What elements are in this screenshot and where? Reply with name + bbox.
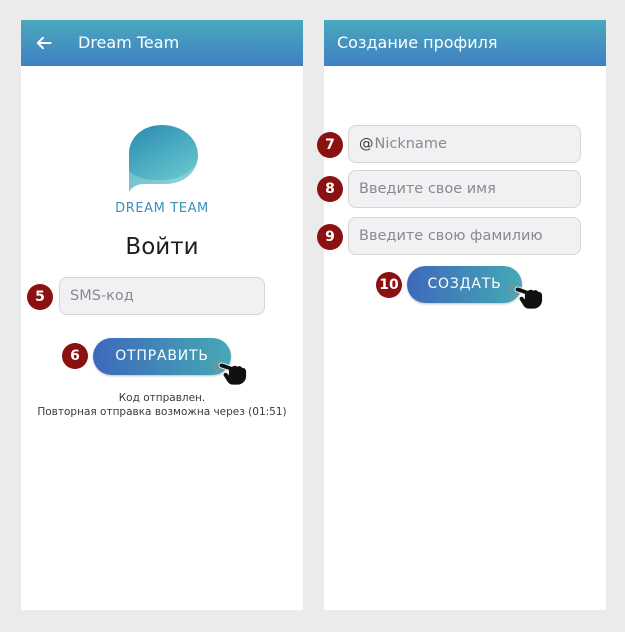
dream-team-logo-icon [129,125,198,192]
app-header: Dream Team [21,20,303,66]
hand-pointer-icon [212,360,247,386]
login-screen: Dream Team DREAM TEAM Войти 5 6 ОТПРАВИТ… [21,20,303,610]
nickname-field[interactable]: @ [348,125,581,163]
step-badge: 10 [376,272,402,298]
app-header: Создание профиля [324,20,606,66]
sms-code-input[interactable] [70,288,254,304]
nickname-input[interactable] [374,136,570,152]
step-badge: 5 [27,284,53,310]
logo-text: DREAM TEAM [115,201,209,216]
first-name-input[interactable] [359,181,570,197]
arrow-left-icon [36,36,52,50]
step-badge: 7 [317,132,343,158]
header-title: Создание профиля [337,33,498,52]
profile-screen: Создание профиля 7 @ 8 9 10 СОЗДАТЬ [317,20,606,610]
resend-timer-message: Повторная отправка возможна через (01:51… [37,406,287,418]
step-badge: 8 [317,176,343,202]
first-name-field[interactable] [348,170,581,208]
send-button[interactable]: ОТПРАВИТЬ [93,338,231,375]
last-name-field[interactable] [348,217,581,255]
step-badge: 9 [317,224,343,250]
code-sent-message: Код отправлен. [118,392,206,404]
hand-pointer-icon [508,284,543,310]
nickname-prefix: @ [359,136,374,152]
last-name-input[interactable] [359,228,570,244]
sms-code-field[interactable] [59,277,265,315]
create-button[interactable]: СОЗДАТЬ [407,266,522,303]
header-title: Dream Team [78,33,180,52]
back-button[interactable] [33,33,55,53]
step-badge: 6 [62,343,88,369]
page-title: Войти [125,234,199,260]
